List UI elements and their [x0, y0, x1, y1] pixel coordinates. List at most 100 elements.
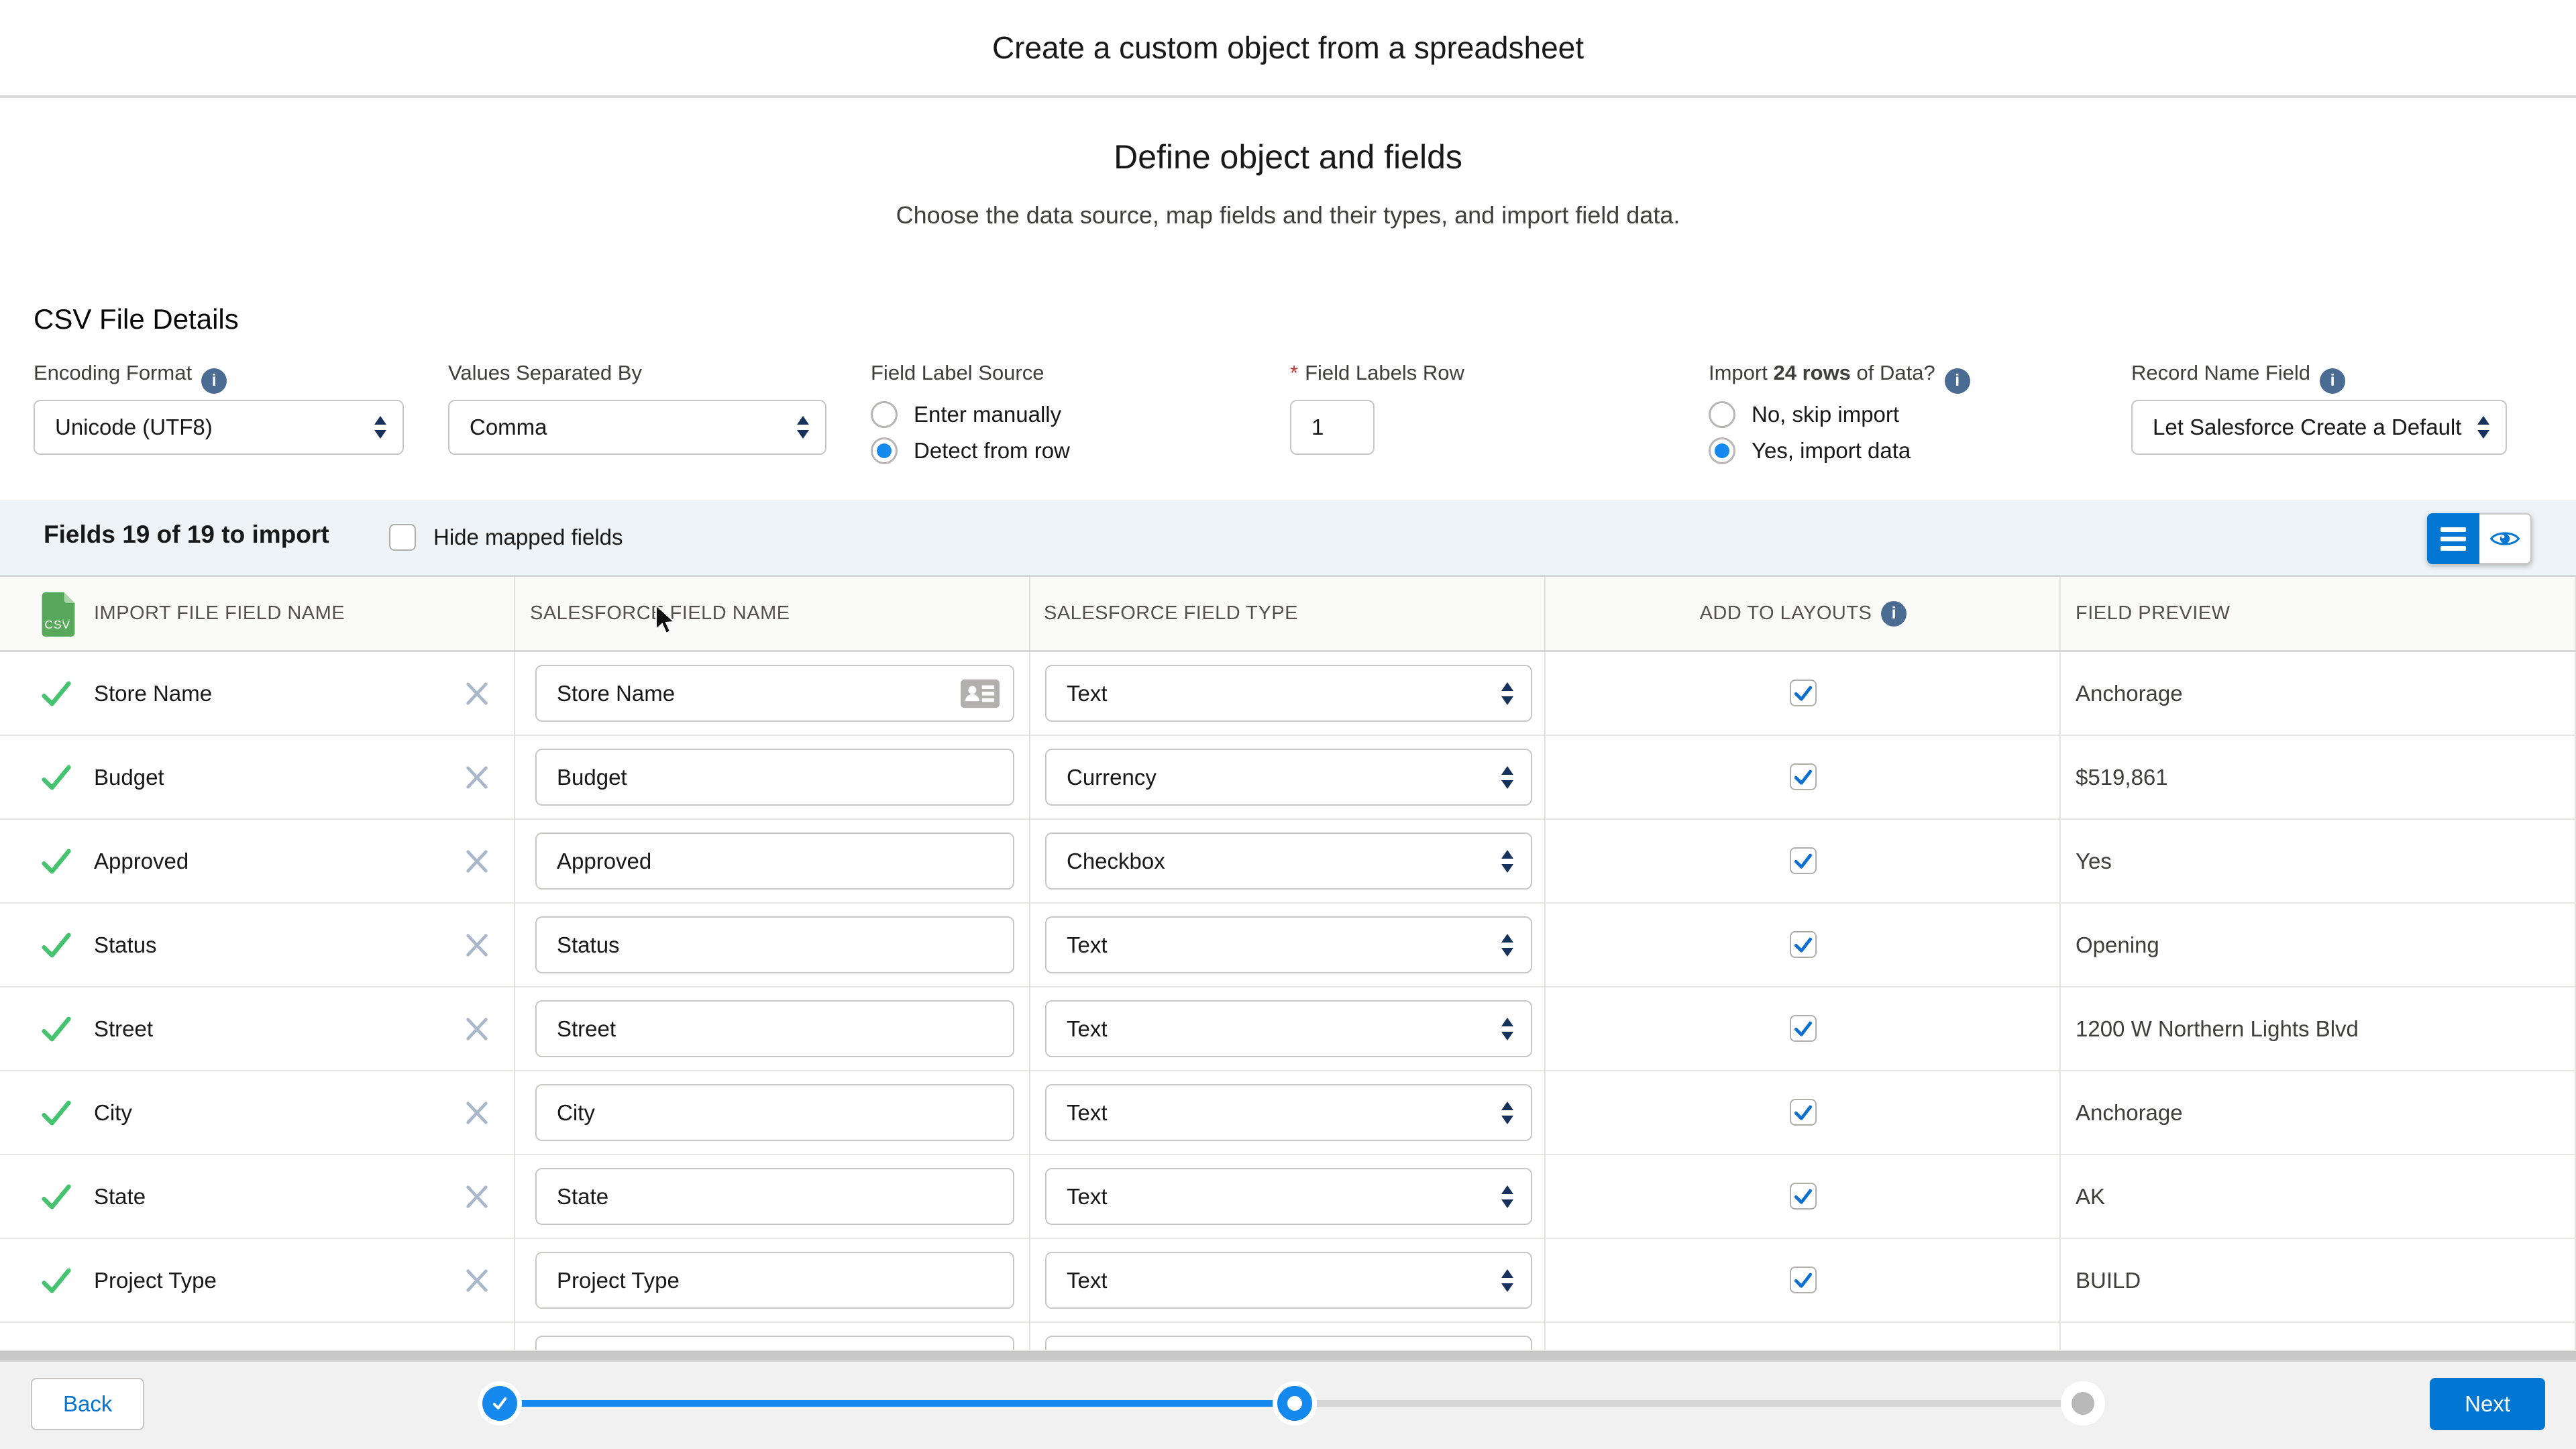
- field-labels-row-input[interactable]: 1: [1290, 400, 1375, 455]
- table-row: City City Text Anchorage: [0, 1071, 2576, 1155]
- salesforce-field-type-select[interactable]: Checkbox: [1045, 833, 1532, 890]
- remove-field-icon[interactable]: [462, 1097, 492, 1128]
- salesforce-field-type-select[interactable]: Text: [1045, 665, 1532, 722]
- table-row: Approved Approved Checkbox Yes: [0, 820, 2576, 904]
- salesforce-field-name-input[interactable]: State: [535, 1168, 1014, 1225]
- radio-icon[interactable]: [871, 401, 898, 428]
- list-view-button[interactable]: [2427, 513, 2479, 564]
- table-row: Status Status Text Opening: [0, 904, 2576, 987]
- fields-count-title: Fields 19 of 19 to import: [44, 521, 329, 548]
- step-subtitle: Choose the data source, map fields and t…: [896, 201, 1680, 229]
- add-to-layouts-checkbox[interactable]: [1790, 1099, 1817, 1126]
- table-row: Project Type Project Type Text BUILD: [0, 1239, 2576, 1323]
- salesforce-field-name-input[interactable]: Store Name: [535, 665, 1014, 722]
- record-name-field-select[interactable]: Let Salesforce Create a Default R: [2131, 400, 2507, 455]
- remove-field-icon[interactable]: [462, 930, 492, 961]
- salesforce-field-name-input[interactable]: Status: [535, 916, 1014, 973]
- add-to-layouts-checkbox[interactable]: [1790, 1015, 1817, 1042]
- modal-header: Create a custom object from a spreadshee…: [0, 0, 2576, 95]
- radio-detect-from-row[interactable]: Detect from row: [871, 436, 1070, 466]
- add-to-layouts-checkbox[interactable]: [1790, 1267, 1817, 1293]
- record-name-icon: [961, 679, 1000, 708]
- info-icon[interactable]: i: [1881, 600, 1907, 627]
- radio-no-skip-import[interactable]: No, skip import: [1709, 400, 1899, 429]
- select-arrows-icon: [1501, 1101, 1513, 1124]
- salesforce-field-name-input[interactable]: Project Type: [535, 1252, 1014, 1309]
- info-icon[interactable]: i: [201, 368, 227, 394]
- add-to-layouts-checkbox[interactable]: [1790, 763, 1817, 790]
- radio-icon[interactable]: [1709, 401, 1735, 428]
- modal-title: Create a custom object from a spreadshee…: [991, 30, 1585, 65]
- import-file-field-name: Store Name: [94, 680, 213, 706]
- import-file-field-name: State: [94, 1183, 146, 1209]
- preview-view-button[interactable]: [2479, 513, 2532, 564]
- svg-text:CSV: CSV: [44, 618, 70, 631]
- field-mapped-check-icon: [38, 1012, 75, 1046]
- col-field-preview: FIELD PREVIEW: [2076, 602, 2231, 624]
- field-labels-row-label: * Field Labels Row: [1290, 361, 1464, 384]
- info-icon[interactable]: i: [2320, 368, 2346, 394]
- salesforce-field-type-select[interactable]: Text: [1045, 916, 1532, 973]
- field-label-source-label: Field Label Source: [871, 361, 1044, 384]
- import-file-field-name: Budget: [94, 764, 164, 790]
- hide-mapped-fields-toggle[interactable]: Hide mapped fields: [389, 524, 623, 551]
- field-mapped-check-icon: [38, 1263, 75, 1298]
- remove-field-icon[interactable]: [462, 678, 492, 709]
- add-to-layouts-checkbox[interactable]: [1790, 847, 1817, 874]
- salesforce-field-type-select[interactable]: Text: [1045, 1168, 1532, 1225]
- progress-line-remaining: [1295, 1400, 2083, 1407]
- view-toggle-group: [2427, 513, 2532, 564]
- remove-field-icon[interactable]: [462, 846, 492, 877]
- select-arrows-icon: [2477, 416, 2489, 439]
- back-button[interactable]: Back: [31, 1378, 145, 1430]
- info-icon[interactable]: i: [1944, 368, 1970, 394]
- radio-enter-manually[interactable]: Enter manually: [871, 400, 1061, 429]
- radio-yes-import-data[interactable]: Yes, import data: [1709, 436, 1911, 466]
- next-button[interactable]: Next: [2430, 1378, 2545, 1430]
- col-salesforce-field-name: SALESFORCE FIELD NAME: [530, 602, 790, 624]
- fields-toolbar: Fields 19 of 19 to import Hide mapped fi…: [0, 500, 2576, 577]
- col-salesforce-field-type: SALESFORCE FIELD TYPE: [1044, 602, 1299, 624]
- add-to-layouts-checkbox[interactable]: [1790, 680, 1817, 706]
- horizontal-scrollbar[interactable]: [0, 1351, 2576, 1360]
- values-separated-label: Values Separated By: [448, 361, 642, 384]
- add-to-layouts-checkbox[interactable]: [1790, 931, 1817, 958]
- remove-field-icon[interactable]: [462, 762, 492, 793]
- encoding-format-select[interactable]: Unicode (UTF8): [34, 400, 404, 455]
- field-preview-value: Anchorage: [2076, 680, 2183, 706]
- import-file-field-name: Status: [94, 932, 157, 957]
- salesforce-field-type-select[interactable]: [1045, 1336, 1532, 1350]
- wizard-footer: Back Next: [0, 1360, 2576, 1449]
- salesforce-field-name-input[interactable]: Approved: [535, 833, 1014, 890]
- radio-icon[interactable]: [1709, 437, 1735, 464]
- field-preview-value: Opening: [2076, 932, 2159, 957]
- remove-field-icon[interactable]: [462, 1181, 492, 1212]
- record-name-field-label: Record Name Field i: [2131, 361, 2346, 394]
- remove-field-icon[interactable]: [462, 1014, 492, 1044]
- salesforce-field-type-select[interactable]: Text: [1045, 1084, 1532, 1141]
- table-row: Store Name Store Name Text Anchorage: [0, 652, 2576, 736]
- salesforce-field-type-select[interactable]: Currency: [1045, 749, 1532, 806]
- checkbox-icon[interactable]: [389, 524, 416, 551]
- progress-step-2: [1273, 1381, 1317, 1426]
- salesforce-field-type-select[interactable]: Text: [1045, 1252, 1532, 1309]
- table-row: State State Text AK: [0, 1155, 2576, 1239]
- add-to-layouts-checkbox[interactable]: [1790, 1183, 1817, 1210]
- salesforce-field-name-input[interactable]: [535, 1336, 1014, 1350]
- remove-field-icon[interactable]: [462, 1265, 492, 1296]
- salesforce-field-name-input[interactable]: Budget: [535, 749, 1014, 806]
- salesforce-field-name-input[interactable]: City: [535, 1084, 1014, 1141]
- table-row-partial: [0, 1323, 2576, 1351]
- salesforce-field-name-input[interactable]: Street: [535, 1000, 1014, 1057]
- field-preview-value: AK: [2076, 1183, 2106, 1209]
- field-mapped-check-icon: [38, 928, 75, 963]
- field-preview-value: BUILD: [2076, 1267, 2141, 1293]
- radio-icon[interactable]: [871, 437, 898, 464]
- eye-icon: [2489, 532, 2520, 545]
- values-separated-select[interactable]: Comma: [448, 400, 826, 455]
- step-title: Define object and fields: [1114, 138, 1462, 176]
- select-arrows-icon: [1501, 765, 1513, 789]
- select-arrows-icon: [1501, 682, 1513, 705]
- field-mapped-check-icon: [38, 676, 75, 711]
- salesforce-field-type-select[interactable]: Text: [1045, 1000, 1532, 1057]
